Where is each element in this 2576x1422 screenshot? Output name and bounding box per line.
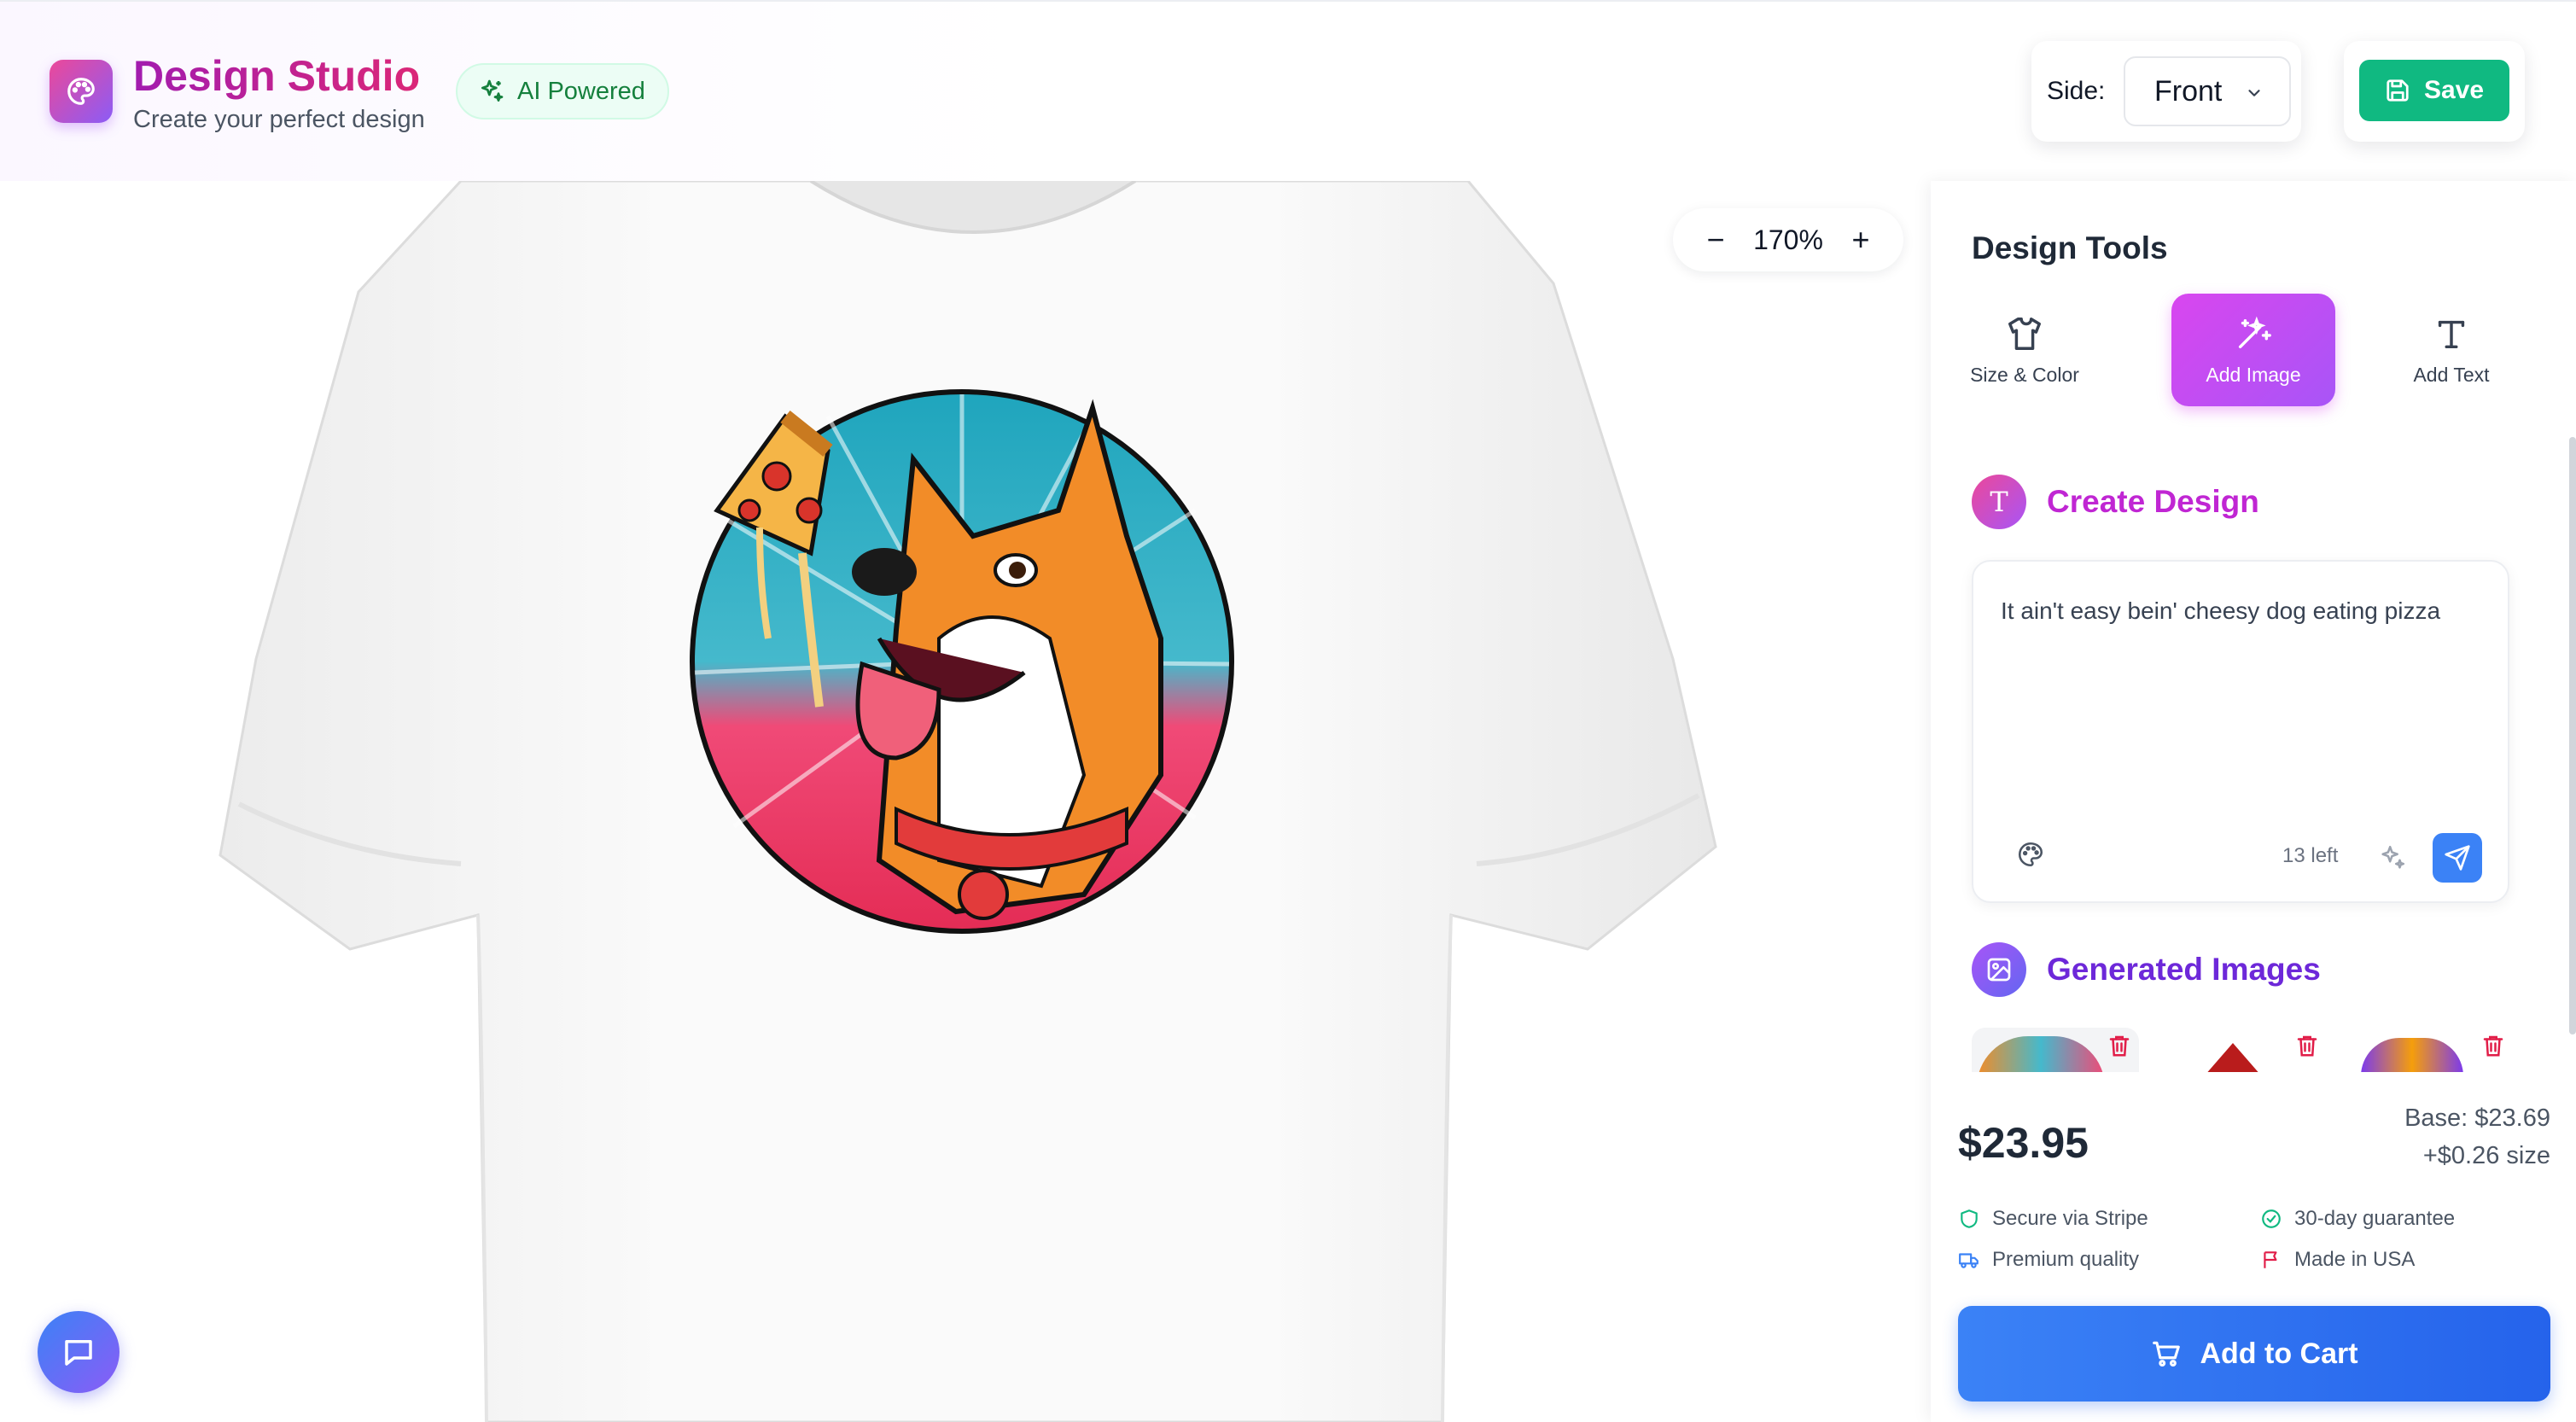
app-header: Design Studio Create your perfect design… [0, 0, 2576, 181]
trash-icon[interactable] [2480, 1031, 2506, 1060]
shield-icon [1961, 1209, 1978, 1228]
flag-icon [2264, 1251, 2277, 1268]
generated-dog-graphic [690, 389, 1234, 934]
chat-bubble-icon [65, 1340, 92, 1366]
zoom-in-button[interactable]: + [1844, 222, 1878, 258]
feature-label: 30-day guarantee [2294, 1207, 2456, 1230]
side-label: Side: [2047, 77, 2106, 105]
floppy-disk-icon [2387, 79, 2409, 102]
save-label: Save [2423, 76, 2485, 104]
total-price: $23.95 [1958, 1119, 2089, 1167]
pricing-section: $23.95 Base: $23.69 +$0.26 size Secure v… [1931, 1086, 2576, 1422]
tool-label: Add Text [2413, 363, 2490, 386]
generated-images-title: Generated Images [2047, 952, 2321, 987]
magic-wand-icon [2238, 316, 2271, 348]
feature-secure: Secure via Stripe [1958, 1207, 2148, 1231]
chars-left-counter: 13 left [2282, 844, 2339, 867]
chat-button[interactable] [38, 1311, 119, 1393]
feature-guarantee: 30-day guarantee [2260, 1207, 2455, 1231]
save-button[interactable]: Save [2359, 60, 2509, 121]
generated-images-row [1972, 1024, 2518, 1072]
sparkles-icon [481, 79, 504, 102]
ai-powered-badge: AI Powered [456, 63, 669, 119]
create-design-header: T Create Design [1972, 475, 2259, 529]
truck-icon [1959, 1253, 1979, 1268]
text-letter-icon: T [1972, 475, 2026, 529]
palette-icon[interactable] [2016, 840, 2045, 869]
side-value: Front [2154, 74, 2223, 108]
app-subtitle: Create your perfect design [133, 106, 425, 133]
base-price: Base: $23.69 [2404, 1104, 2550, 1132]
size-surcharge: +$0.26 size [2422, 1142, 2550, 1169]
feature-label: Made in USA [2294, 1248, 2416, 1271]
design-tools-title: Design Tools [1972, 230, 2168, 265]
feature-quality: Premium quality [1958, 1248, 2139, 1272]
prompt-input[interactable]: It ain't easy bein' cheesy dog eating pi… [2001, 594, 2487, 627]
tool-size-color[interactable]: Size & Color [1943, 294, 2107, 406]
check-circle-icon [2262, 1209, 2281, 1228]
add-to-cart-button[interactable]: Add to Cart [1958, 1306, 2550, 1402]
side-dropdown[interactable]: Front [2124, 56, 2291, 126]
send-button[interactable] [2433, 833, 2482, 883]
feature-label: Premium quality [1992, 1248, 2140, 1271]
tool-label: Add Image [2206, 363, 2301, 386]
tool-add-image[interactable]: Add Image [2171, 294, 2335, 406]
trash-icon[interactable] [2294, 1031, 2320, 1060]
design-tools-panel: Design Tools Size & Color Add Image Add … [1931, 181, 2576, 1422]
chevron-down-icon [2248, 90, 2260, 96]
palette-logo-icon [50, 60, 113, 123]
text-icon [2438, 320, 2465, 348]
shirt-icon [2008, 317, 2041, 350]
sparkles-icon[interactable] [2378, 843, 2407, 872]
zoom-control: − 170% + [1673, 208, 1903, 271]
generated-images-header: Generated Images [1972, 942, 2321, 997]
cart-icon [2153, 1341, 2181, 1367]
trash-icon[interactable] [2107, 1031, 2132, 1060]
feature-made-in-usa: Made in USA [2260, 1248, 2415, 1272]
panel-scrollbar[interactable] [2569, 437, 2576, 1034]
zoom-out-button[interactable]: − [1699, 222, 1733, 258]
feature-label: Secure via Stripe [1992, 1207, 2148, 1230]
create-design-title: Create Design [2047, 484, 2259, 519]
image-icon [1972, 942, 2026, 997]
add-to-cart-label: Add to Cart [2200, 1337, 2358, 1370]
app-title: Design Studio [133, 52, 421, 100]
zoom-level: 170% [1753, 224, 1823, 255]
tool-add-text[interactable]: Add Text [2369, 294, 2533, 406]
side-selector: Side: Front [2031, 41, 2301, 142]
tool-label: Size & Color [1970, 363, 2079, 386]
save-container: Save [2344, 41, 2525, 142]
design-canvas[interactable]: − 170% + [0, 181, 1931, 1422]
ai-badge-label: AI Powered [517, 77, 645, 105]
prompt-box: It ain't easy bein' cheesy dog eating pi… [1972, 560, 2509, 903]
send-icon [2445, 845, 2470, 871]
